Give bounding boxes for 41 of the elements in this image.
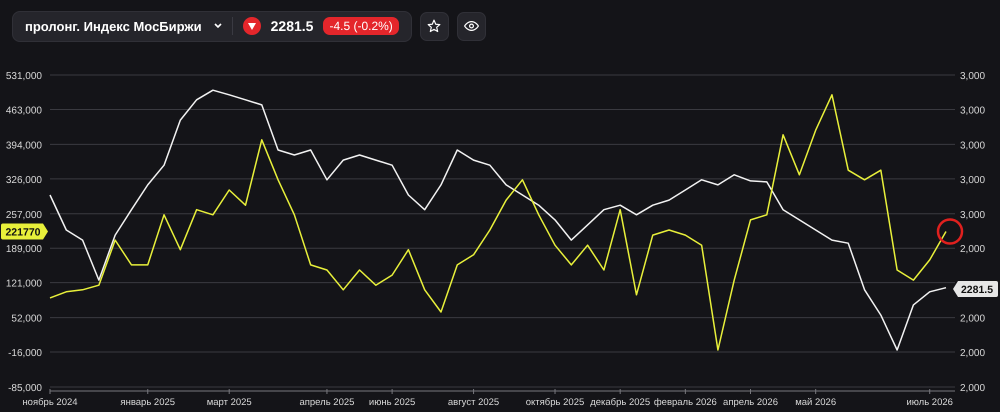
change-badge: -4.5 (-0.2%) [323, 17, 399, 35]
axis-label: август 2025 [448, 397, 500, 408]
eye-icon [464, 20, 479, 32]
price: 2281.5 [270, 18, 314, 34]
price-tag: 2281.5 [953, 281, 998, 297]
value-tag: 221770 [1, 224, 48, 240]
axis-label: июнь 2025 [368, 397, 416, 408]
axis-label: 394,000 [6, 140, 42, 152]
axis-label: февраль 2026 [654, 397, 717, 408]
axis-label: март 2025 [206, 397, 252, 408]
axis-label: 3,000 [960, 210, 986, 221]
axis-label: 3,000 [960, 105, 986, 116]
axis-label: 121,000 [6, 278, 42, 290]
axis-label: -85,000 [8, 383, 42, 394]
favorite-button[interactable] [420, 12, 449, 40]
axis-label: январь 2025 [120, 397, 176, 408]
instrument-selector[interactable]: пролонг. Индекс МосБиржи [25, 17, 233, 35]
axis-label: 531,000 [6, 71, 42, 82]
axis-label: 463,000 [6, 105, 42, 116]
axis-label: 2,000 [960, 348, 986, 360]
axis-label: 257,000 [6, 210, 42, 221]
axis-label: 326,000 [6, 174, 42, 186]
star-icon [427, 19, 442, 33]
visibility-button[interactable] [456, 12, 486, 40]
axis-label: 2,000 [960, 314, 986, 325]
caret-icon [214, 23, 222, 29]
axis-label: декабрь 2025 [590, 397, 650, 408]
axis-label: 2,000 [960, 244, 986, 256]
axis-label: 2,000 [960, 383, 986, 394]
axis-label: -16,000 [8, 348, 42, 360]
axis-label: апрель 2026 [723, 397, 778, 408]
axis-label: ноябрь 2024 [22, 397, 78, 408]
axis-label: май 2026 [795, 397, 836, 408]
axis-label: 3,000 [960, 174, 986, 186]
axis-label: июль 2026 [906, 397, 953, 408]
axis-label: 52,000 [11, 314, 42, 325]
axis-label: октябрь 2025 [526, 397, 584, 408]
axis-label: 3,000 [960, 140, 986, 152]
axis-label: 3,000 [960, 71, 986, 82]
axis-label: апрель 2025 [299, 397, 354, 408]
axis-label: 189,000 [6, 244, 42, 256]
